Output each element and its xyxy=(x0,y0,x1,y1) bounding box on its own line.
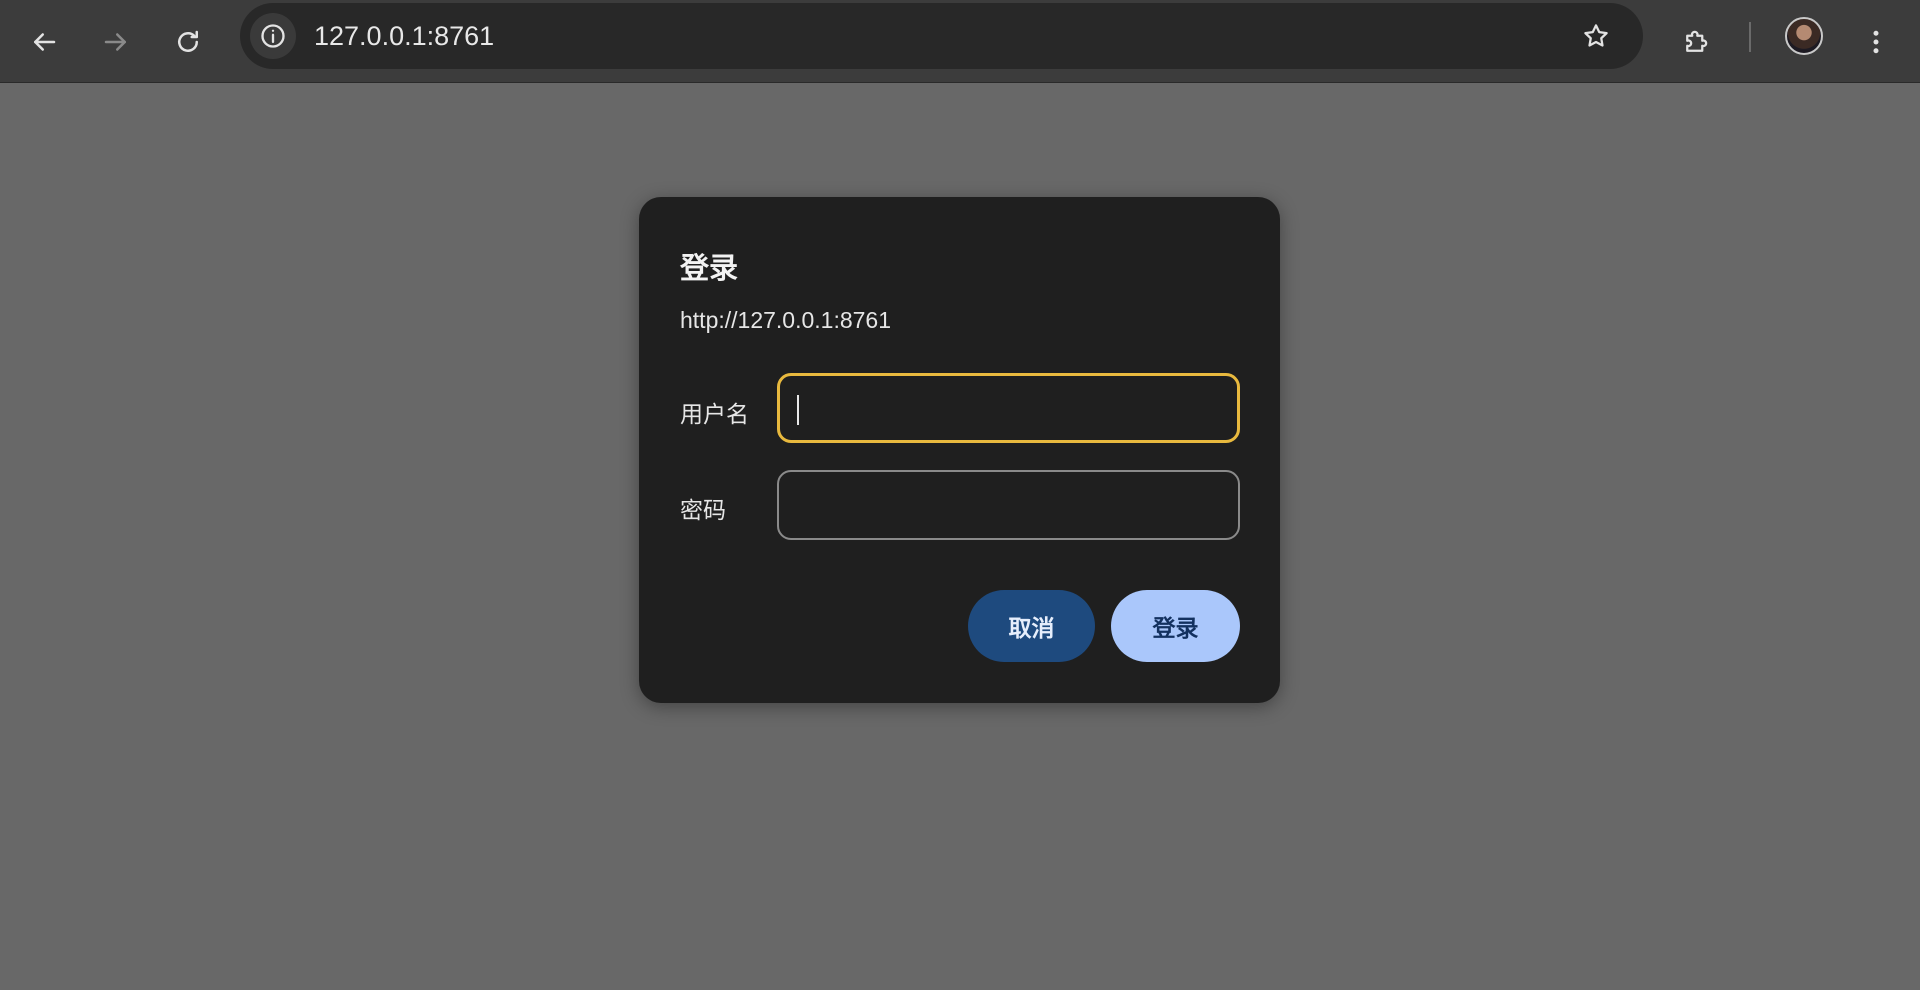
site-info-button[interactable] xyxy=(250,13,296,59)
login-button[interactable]: 登录 xyxy=(1111,590,1240,662)
reload-icon xyxy=(178,30,198,52)
dialog-origin: http://127.0.0.1:8761 xyxy=(680,307,892,333)
back-button[interactable] xyxy=(16,14,72,70)
dialog-title: 登录 xyxy=(680,253,739,285)
username-input[interactable] xyxy=(777,373,1240,443)
url-text[interactable]: 127.0.0.1:8761 xyxy=(314,3,494,69)
arrow-right-icon xyxy=(104,33,126,51)
password-input[interactable] xyxy=(777,470,1240,540)
toolbar-divider xyxy=(1749,22,1751,52)
browser-toolbar: 127.0.0.1:8761 xyxy=(0,0,1920,83)
extensions-button[interactable] xyxy=(1668,14,1724,70)
star-icon xyxy=(1584,24,1608,47)
text-caret xyxy=(797,395,799,425)
address-bar[interactable]: 127.0.0.1:8761 xyxy=(240,3,1643,69)
login-dialog: 登录 http://127.0.0.1:8761 用户名 密码 取消 登录 xyxy=(639,197,1280,703)
arrow-left-icon xyxy=(34,33,56,51)
info-icon xyxy=(261,24,285,48)
browser-menu-button[interactable] xyxy=(1848,14,1904,70)
kebab-menu-icon xyxy=(1873,30,1879,54)
username-label: 用户名 xyxy=(680,401,749,427)
reload-button[interactable] xyxy=(160,14,216,70)
forward-button[interactable] xyxy=(88,14,144,70)
password-label: 密码 xyxy=(680,497,726,523)
bookmark-button[interactable] xyxy=(1573,13,1619,59)
profile-avatar[interactable] xyxy=(1785,17,1823,55)
cancel-button[interactable]: 取消 xyxy=(968,590,1095,662)
puzzle-icon xyxy=(1686,30,1708,52)
